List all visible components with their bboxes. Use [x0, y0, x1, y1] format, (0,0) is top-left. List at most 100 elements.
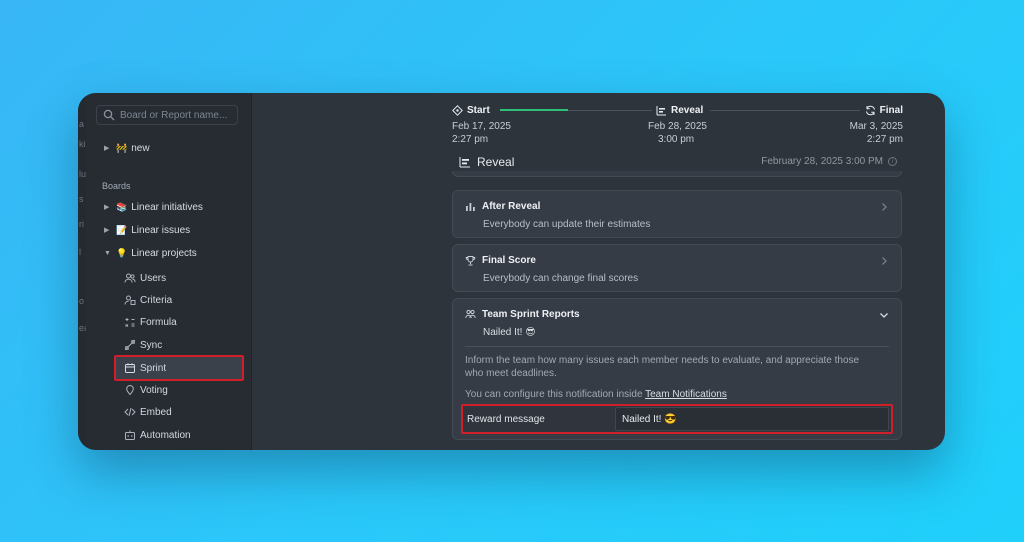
edge-letter: ri: [79, 219, 84, 229]
card-description: Everybody can update their estimates: [483, 219, 651, 230]
final-icon: [865, 105, 875, 116]
timeline-step-final[interactable]: Final Mar 3, 2025 2:27 pm: [850, 104, 903, 146]
card-after-reveal[interactable]: After Reveal Everybody can update their …: [452, 190, 902, 238]
timeline-step-label: Final: [879, 105, 903, 116]
memo-icon: 📝: [116, 224, 128, 235]
calendar-icon: [125, 363, 135, 373]
timeline-step-start[interactable]: Start Feb 17, 2025 2:27 pm: [452, 104, 511, 146]
timeline-step-time: 2:27 pm: [866, 134, 903, 145]
previous-card-edge: [452, 171, 902, 177]
sidebar-subitem-label: Users: [140, 272, 167, 284]
reward-message-label: Reward message: [467, 413, 545, 425]
edge-letter: ea: [79, 323, 86, 333]
construction-icon: 🚧: [116, 142, 128, 153]
main-panel: Start Feb 17, 2025 2:27 pm Reveal Feb 28…: [252, 93, 945, 450]
section-date: February 28, 2025 3:00 PM i: [761, 156, 897, 167]
start-icon: [452, 105, 463, 116]
section-date-text: February 28, 2025 3:00 PM: [761, 156, 883, 167]
sidebar-item-label: new: [131, 142, 150, 154]
timeline-step-date: Mar 3, 2025: [849, 121, 903, 132]
chevron-right-icon[interactable]: [879, 202, 889, 212]
search-box[interactable]: [96, 105, 238, 125]
card-subtitle: Nailed It! 😎: [483, 327, 536, 338]
criteria-icon: [124, 295, 136, 305]
info-icon[interactable]: i: [888, 157, 897, 166]
reveal-icon: [656, 106, 666, 116]
timeline-step-date: Feb 17, 2025: [452, 121, 511, 132]
sidebar-item-label: Linear issues: [131, 224, 191, 236]
sidebar-subitem-label: Voting: [140, 384, 168, 396]
sidebar-item-label: Linear initiatives: [131, 201, 203, 213]
sidebar: ▶ 🚧 new Boards ▶ 📚 Linear initiatives ▶ …: [86, 93, 252, 450]
timeline-step-time: 3:00 pm: [658, 134, 695, 145]
sidebar-item-linear-projects[interactable]: ▼ 💡 Linear projects: [104, 244, 197, 262]
sidebar-subitem-label: Automation: [140, 429, 191, 441]
card-team-sprint-reports[interactable]: Team Sprint Reports Nailed It! 😎 Inform …: [452, 298, 902, 440]
timeline-step-date: Feb 28, 2025: [648, 121, 707, 132]
team-icon: [465, 309, 476, 319]
divider: [465, 346, 889, 347]
sidebar-subitem-sync[interactable]: Sync: [118, 334, 240, 356]
chevron-right-icon[interactable]: [879, 256, 889, 266]
section-title: Reveal: [459, 155, 514, 169]
card-title: After Reveal: [482, 201, 541, 212]
sync-icon: [124, 339, 136, 351]
formula-icon: [125, 318, 135, 327]
sidebar-subitem-label: Embed: [140, 406, 172, 418]
config-text-label: You can configure this notification insi…: [465, 389, 646, 400]
collapse-arrow-icon[interactable]: ▼: [104, 250, 116, 257]
sidebar-item-linear-issues[interactable]: ▶ 📝 Linear issues: [104, 221, 190, 239]
robot-icon: [125, 430, 135, 440]
sidebar-item-linear-initiatives[interactable]: ▶ 📚 Linear initiatives: [104, 198, 203, 216]
card-title: Team Sprint Reports: [482, 309, 580, 320]
info-line: who meet deadlines.: [465, 368, 557, 379]
sidebar-subitem-users[interactable]: Users: [118, 267, 240, 289]
timeline-step-reveal[interactable]: Reveal Feb 28, 2025 3:00 pm: [648, 104, 707, 146]
team-notifications-link[interactable]: Team Notifications: [645, 389, 727, 400]
timeline-step-time: 2:27 pm: [452, 134, 489, 145]
chevron-down-icon[interactable]: [879, 310, 889, 320]
edge-letter: l: [79, 247, 81, 257]
timeline-step-label: Start: [467, 105, 490, 116]
sidebar-subitem-formula[interactable]: Formula: [118, 311, 240, 333]
search-icon: [103, 109, 115, 121]
boards-heading: Boards: [102, 181, 131, 191]
trophy-icon: [465, 256, 476, 266]
reveal-icon: [459, 157, 470, 168]
sidebar-subitem-automation[interactable]: Automation: [118, 424, 240, 446]
edge-letter: s: [79, 194, 84, 204]
books-icon: 📚: [116, 201, 128, 212]
lightbulb-icon: 💡: [116, 247, 128, 258]
section-title-text: Reveal: [477, 155, 515, 169]
edge-letter: lu: [79, 169, 86, 179]
edge-letter: ki: [79, 139, 86, 149]
sidebar-item-new[interactable]: ▶ 🚧 new: [104, 139, 150, 157]
reward-message-input[interactable]: Nailed It! 😎: [615, 407, 889, 431]
card-title: Final Score: [482, 255, 536, 266]
expand-arrow-icon[interactable]: ▶: [104, 226, 116, 234]
info-description: Inform the team how many issues each mem…: [465, 354, 885, 380]
search-input[interactable]: [120, 109, 230, 121]
card-final-score[interactable]: Final Score Everybody can change final s…: [452, 244, 902, 292]
edge-strip: a ki lu s ri l o ea: [78, 93, 86, 450]
config-text: You can configure this notification insi…: [465, 388, 885, 401]
timeline-step-label: Reveal: [671, 105, 704, 116]
sidebar-item-label: Linear projects: [131, 247, 197, 259]
sidebar-subitem-label: Criteria: [140, 294, 173, 306]
expand-arrow-icon[interactable]: ▶: [104, 144, 116, 152]
code-icon: [124, 407, 136, 417]
reward-message-row: Reward message Nailed It! 😎: [461, 404, 893, 434]
sidebar-subitem-sprint[interactable]: Sprint: [114, 355, 244, 381]
chart-icon: [466, 203, 475, 211]
sidebar-subitem-label: Sprint: [140, 362, 167, 374]
sidebar-subitem-label: Sync: [140, 339, 163, 351]
edge-letter: o: [79, 296, 85, 306]
edge-letter: a: [79, 119, 85, 129]
card-description: Everybody can change final scores: [483, 273, 639, 284]
sidebar-subitem-criteria[interactable]: Criteria: [118, 289, 240, 311]
sidebar-subitem-embed[interactable]: Embed: [118, 401, 240, 423]
sidebar-subitem-voting[interactable]: Voting: [118, 379, 240, 401]
app-window: a ki lu s ri l o ea ▶ 🚧 new Boards ▶ 📚 L…: [78, 93, 945, 450]
info-line: Inform the team how many issues each mem…: [465, 355, 860, 366]
expand-arrow-icon[interactable]: ▶: [104, 203, 116, 211]
